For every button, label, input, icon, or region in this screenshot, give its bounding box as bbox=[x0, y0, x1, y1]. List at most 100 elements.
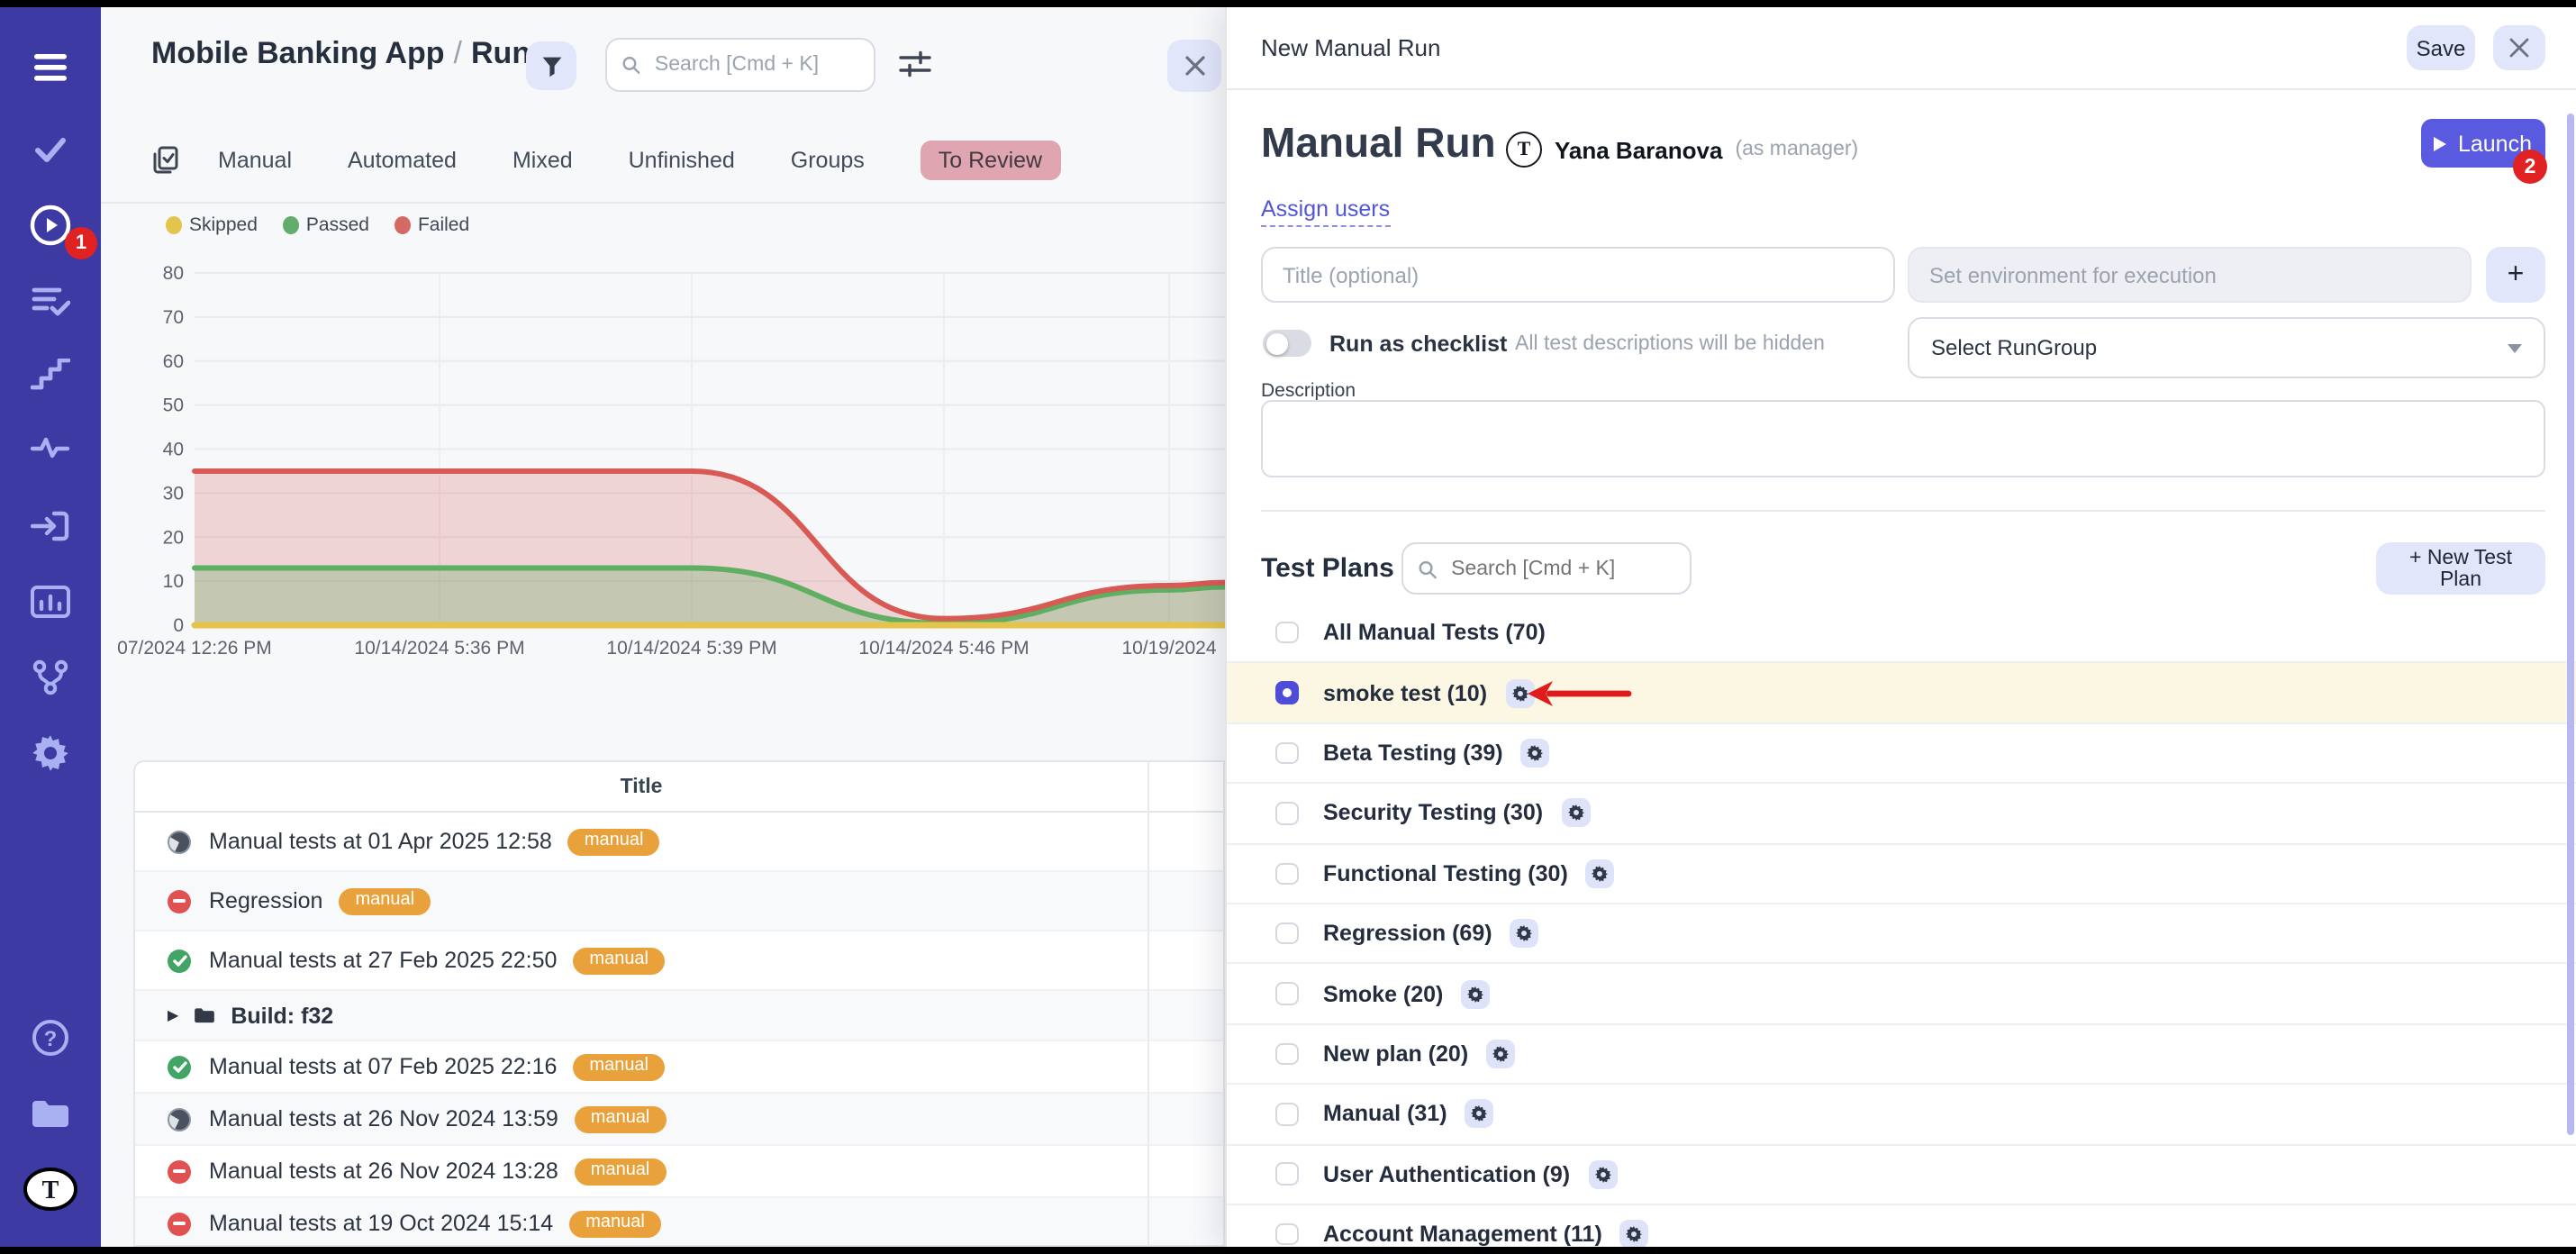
plan-settings-button[interactable] bbox=[1588, 1159, 1617, 1188]
plan-checkbox[interactable] bbox=[1275, 862, 1298, 885]
plan-settings-button[interactable] bbox=[1521, 739, 1550, 768]
run-title[interactable]: Manual tests at 19 Oct 2024 15:14 bbox=[209, 1211, 553, 1236]
test-plan-row[interactable]: Security Testing (30) bbox=[1227, 784, 2576, 844]
run-as-checklist-toggle[interactable] bbox=[1263, 330, 1311, 357]
test-plan-row[interactable]: Account Management (11) bbox=[1227, 1205, 2576, 1247]
menu-button[interactable] bbox=[0, 41, 101, 92]
search-input[interactable] bbox=[651, 52, 859, 77]
table-row[interactable]: Manual tests at 27 Feb 2025 22:50 manual bbox=[135, 931, 1223, 991]
table-row[interactable]: Regression manual bbox=[135, 872, 1223, 931]
plan-label[interactable]: Beta Testing (39) bbox=[1323, 741, 1503, 766]
sidebar-item-reports[interactable] bbox=[0, 577, 101, 627]
run-title[interactable]: Manual tests at 26 Nov 2024 13:28 bbox=[209, 1159, 558, 1184]
test-plan-row[interactable]: All Manual Tests (70) bbox=[1227, 604, 2576, 664]
plan-label[interactable]: Account Management (11) bbox=[1323, 1222, 1602, 1247]
plan-checkbox[interactable] bbox=[1275, 1223, 1298, 1246]
plan-checkbox[interactable] bbox=[1275, 1163, 1298, 1186]
sidebar-item-steps[interactable] bbox=[0, 350, 101, 400]
sidebar-item-settings[interactable] bbox=[0, 728, 101, 778]
filter-button[interactable] bbox=[526, 41, 576, 90]
test-plan-row[interactable]: Regression (69) bbox=[1227, 904, 2576, 965]
close-runs-filter-button[interactable] bbox=[1167, 40, 1221, 92]
view-settings-button[interactable] bbox=[899, 49, 931, 88]
sidebar-item-import[interactable] bbox=[0, 501, 101, 551]
plan-settings-button[interactable] bbox=[1510, 919, 1539, 948]
app-logo[interactable]: T bbox=[0, 1164, 101, 1214]
close-drawer-button[interactable] bbox=[2493, 25, 2545, 70]
test-plan-row[interactable]: Functional Testing (30) bbox=[1227, 844, 2576, 904]
run-title[interactable]: Regression bbox=[209, 888, 322, 913]
environment-input[interactable] bbox=[1908, 247, 2472, 303]
table-row[interactable]: Manual tests at 07 Feb 2025 22:16 manual bbox=[135, 1041, 1223, 1094]
test-plan-row[interactable]: Beta Testing (39) bbox=[1227, 724, 2576, 785]
plan-checkbox[interactable] bbox=[1275, 802, 1298, 824]
run-title-input[interactable] bbox=[1261, 247, 1895, 303]
sidebar-item-pulse[interactable] bbox=[0, 423, 101, 474]
plan-checkbox-checked[interactable] bbox=[1275, 682, 1298, 704]
plan-settings-button[interactable] bbox=[1620, 1220, 1649, 1247]
test-plan-row[interactable]: Manual (31) bbox=[1227, 1085, 2576, 1145]
run-title[interactable]: Manual tests at 26 Nov 2024 13:59 bbox=[209, 1106, 558, 1131]
sidebar-item-help[interactable]: ? bbox=[0, 1013, 101, 1063]
plan-settings-button[interactable] bbox=[1586, 859, 1615, 888]
plan-settings-button[interactable] bbox=[1465, 1100, 1494, 1129]
column-title[interactable]: Title bbox=[135, 776, 1147, 797]
plan-label[interactable]: Regression (69) bbox=[1323, 921, 1492, 946]
assign-users-link[interactable]: Assign users bbox=[1261, 196, 1390, 227]
test-plan-row-selected[interactable]: smoke test (10) bbox=[1227, 664, 2576, 724]
test-plan-row[interactable]: User Authentication (9) bbox=[1227, 1145, 2576, 1205]
panel-scrollbar[interactable] bbox=[2567, 114, 2574, 1135]
plan-label[interactable]: smoke test (10) bbox=[1323, 680, 1487, 705]
sidebar-item-tests[interactable] bbox=[0, 124, 101, 175]
tab-unfinished[interactable]: Unfinished bbox=[629, 148, 735, 173]
test-plans-search[interactable] bbox=[1401, 542, 1692, 595]
rungroup-select[interactable]: Select RunGroup bbox=[1908, 317, 2545, 378]
test-plans-search-input[interactable] bbox=[1447, 556, 1675, 581]
add-environment-button[interactable]: + bbox=[2486, 247, 2545, 303]
test-plan-row[interactable]: New plan (20) bbox=[1227, 1024, 2576, 1085]
plan-settings-button[interactable] bbox=[1461, 979, 1490, 1008]
plan-checkbox[interactable] bbox=[1275, 1042, 1298, 1065]
sidebar-item-suites[interactable] bbox=[0, 276, 101, 326]
plan-checkbox[interactable] bbox=[1275, 1103, 1298, 1125]
table-group-row[interactable]: ▶ Build: f32 bbox=[135, 991, 1223, 1041]
plan-settings-button[interactable] bbox=[1561, 799, 1590, 828]
plan-checkbox[interactable] bbox=[1275, 741, 1298, 764]
checklist-tab-button[interactable] bbox=[151, 146, 178, 175]
table-row[interactable]: Manual tests at 26 Nov 2024 13:28 manual bbox=[135, 1146, 1223, 1198]
expand-caret-icon[interactable]: ▶ bbox=[168, 1007, 178, 1023]
rungroup-value: Select RunGroup bbox=[1931, 335, 2097, 360]
sidebar-item-projects[interactable] bbox=[0, 1088, 101, 1139]
plan-checkbox[interactable] bbox=[1275, 922, 1298, 945]
new-test-plan-button[interactable]: + New Test Plan bbox=[2376, 542, 2545, 595]
plan-settings-button[interactable] bbox=[1486, 1040, 1515, 1068]
run-title[interactable]: Manual tests at 07 Feb 2025 22:16 bbox=[209, 1054, 557, 1079]
plan-label[interactable]: Security Testing (30) bbox=[1323, 801, 1543, 826]
run-title[interactable]: Manual tests at 27 Feb 2025 22:50 bbox=[209, 948, 557, 973]
table-row[interactable]: Manual tests at 01 Apr 2025 12:58 manual bbox=[135, 813, 1223, 872]
run-title[interactable]: Manual tests at 01 Apr 2025 12:58 bbox=[209, 829, 552, 854]
tab-groups[interactable]: Groups bbox=[791, 148, 865, 173]
description-textarea[interactable] bbox=[1261, 400, 2545, 477]
plan-checkbox[interactable] bbox=[1275, 983, 1298, 1005]
table-row[interactable]: Manual tests at 26 Nov 2024 13:59 manual bbox=[135, 1094, 1223, 1146]
plan-label[interactable]: Manual (31) bbox=[1323, 1102, 1447, 1127]
plan-label[interactable]: User Authentication (9) bbox=[1323, 1161, 1570, 1186]
tab-to-review[interactable]: To Review bbox=[921, 141, 1060, 180]
tab-mixed[interactable]: Mixed bbox=[512, 148, 573, 173]
plan-label[interactable]: All Manual Tests (70) bbox=[1323, 620, 1546, 645]
plan-label[interactable]: Functional Testing (30) bbox=[1323, 861, 1568, 886]
group-title[interactable]: Build: f32 bbox=[231, 1003, 333, 1028]
sidebar-item-branches[interactable] bbox=[0, 652, 101, 703]
runs-search[interactable] bbox=[605, 38, 875, 92]
plan-label[interactable]: Smoke (20) bbox=[1323, 981, 1443, 1006]
save-button[interactable]: Save bbox=[2407, 25, 2475, 70]
plan-label[interactable]: New plan (20) bbox=[1323, 1041, 1468, 1067]
tab-manual[interactable]: Manual bbox=[218, 148, 292, 173]
breadcrumb-project[interactable]: Mobile Banking App bbox=[151, 36, 445, 70]
stacked-area-chart[interactable]: 0102030405060708007/2024 12:26 PM10/14/2… bbox=[101, 254, 1225, 679]
test-plan-row[interactable]: Smoke (20) bbox=[1227, 965, 2576, 1025]
table-row[interactable]: Manual tests at 19 Oct 2024 15:14 manual bbox=[135, 1198, 1223, 1247]
plan-checkbox[interactable] bbox=[1275, 622, 1298, 644]
tab-automated[interactable]: Automated bbox=[348, 148, 457, 173]
